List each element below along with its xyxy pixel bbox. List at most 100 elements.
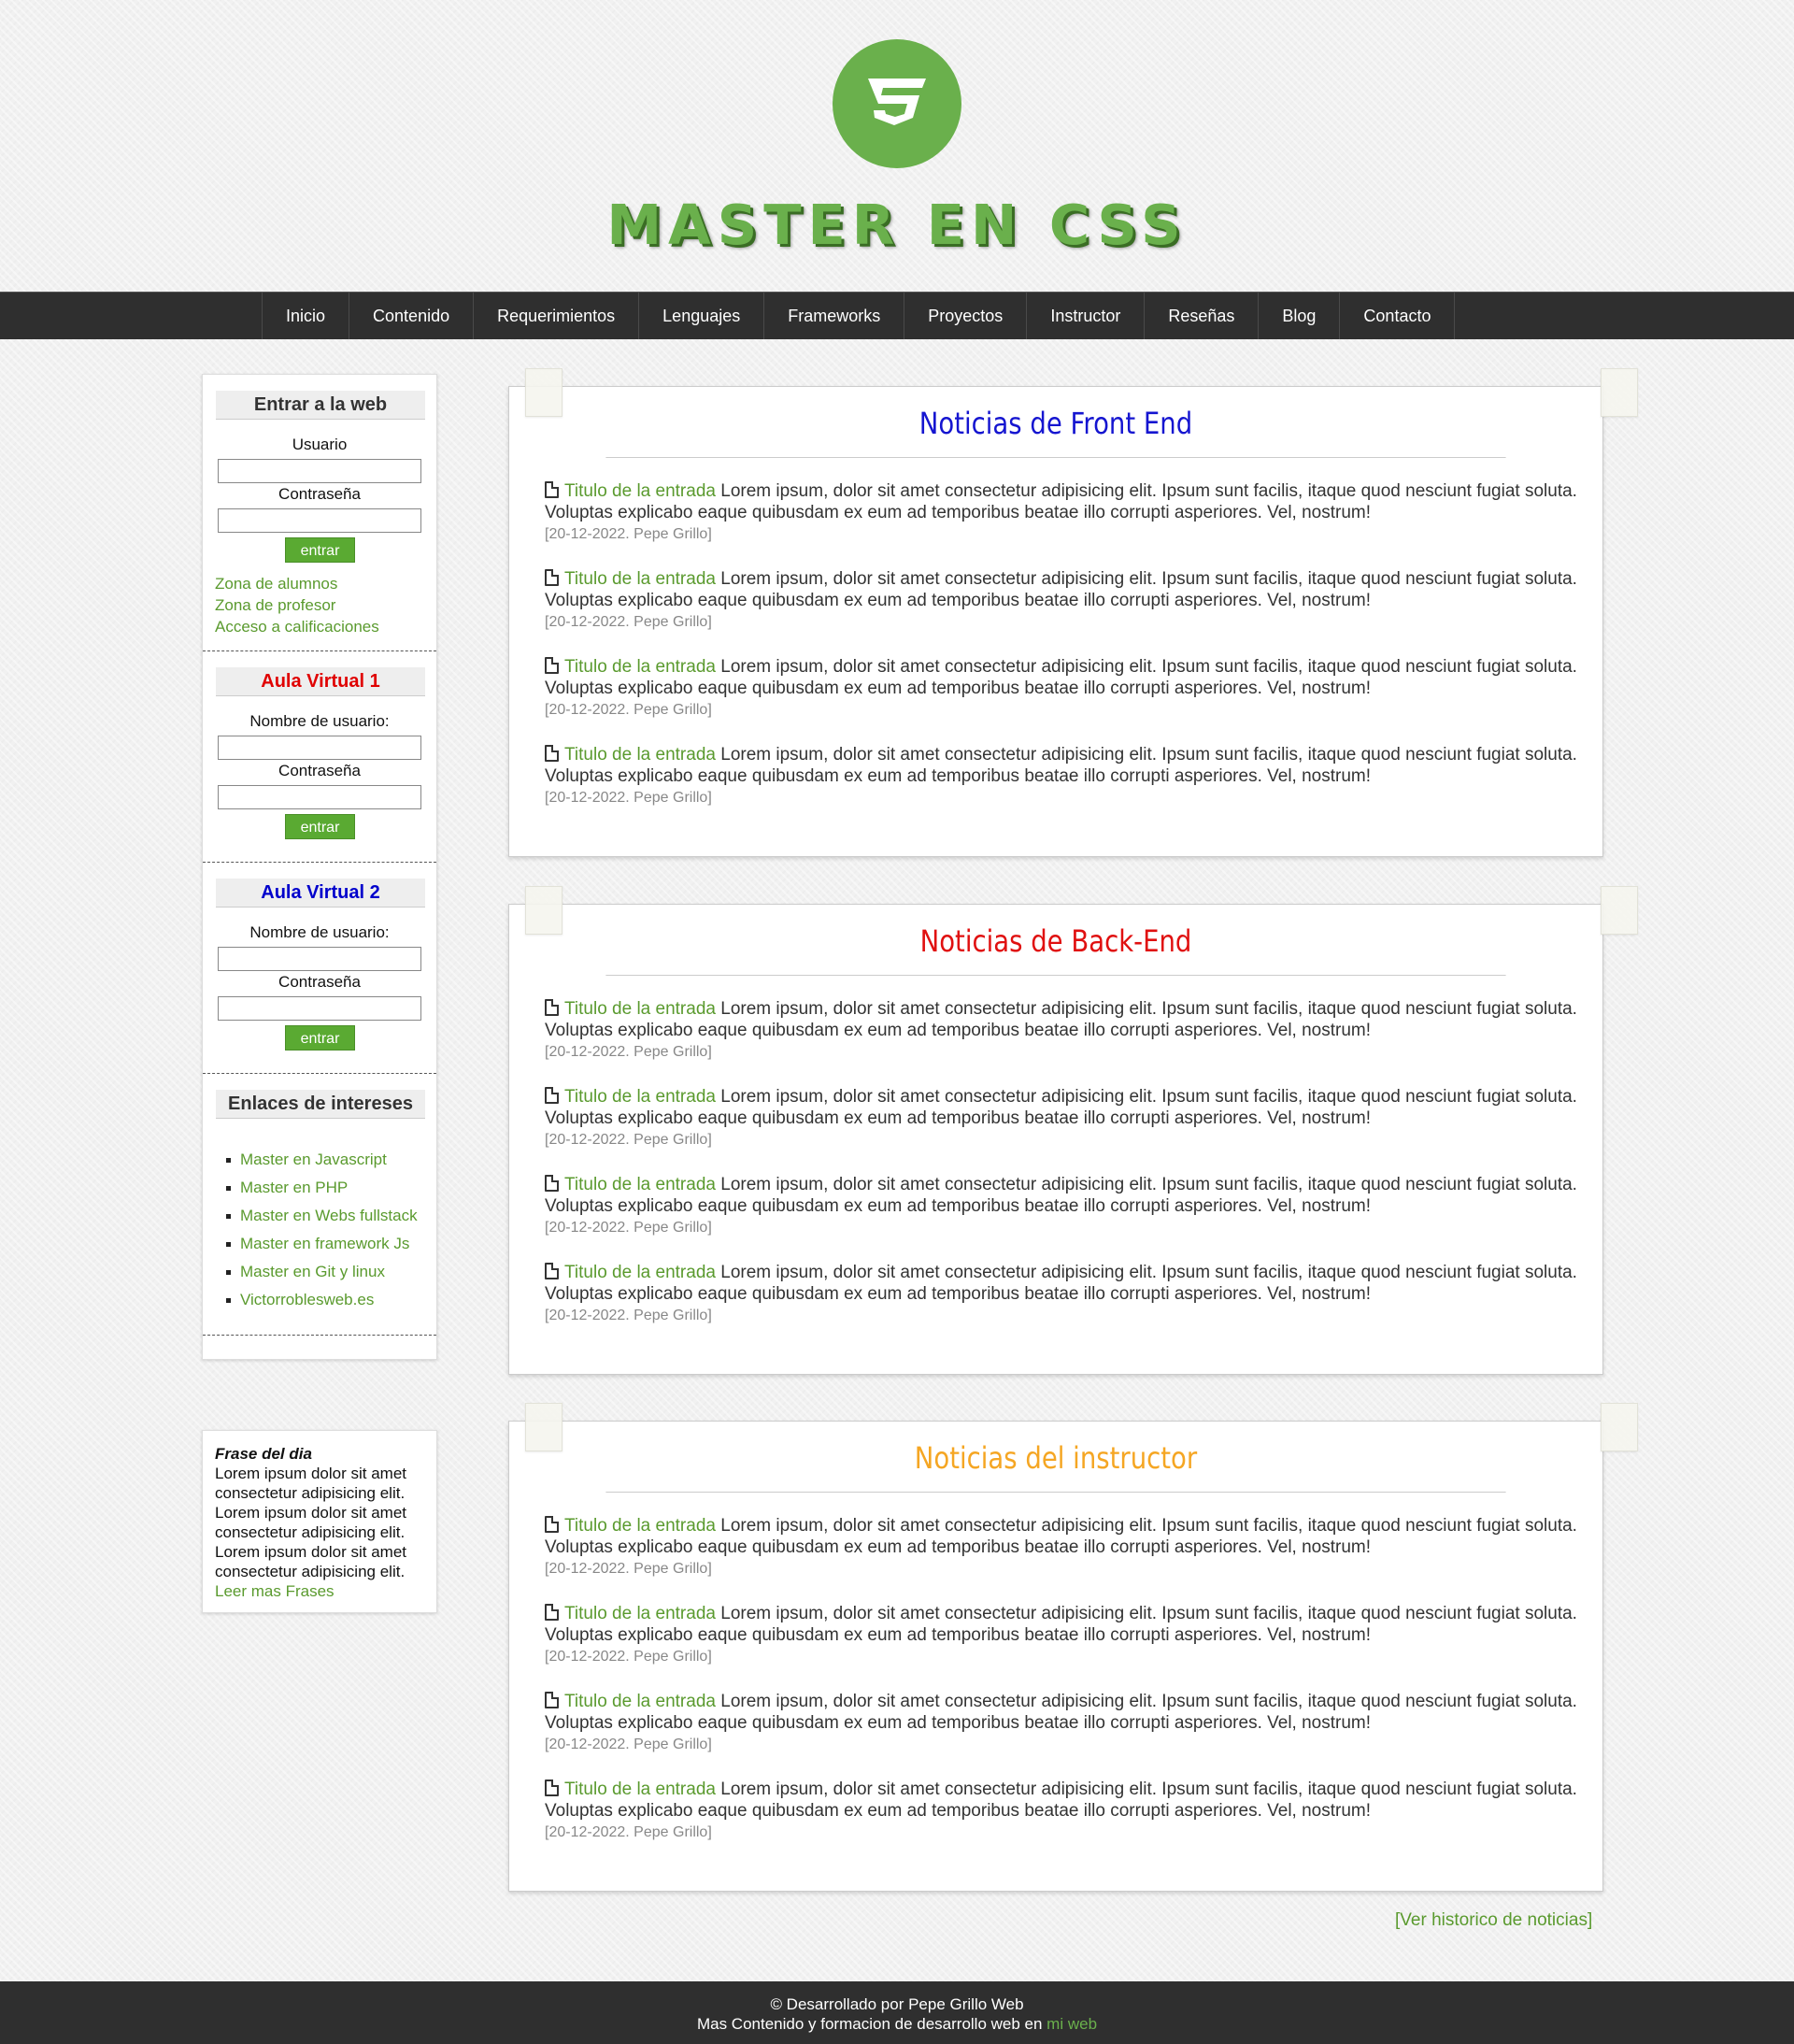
aula2-user-input[interactable] bbox=[218, 947, 421, 971]
link-calificaciones[interactable]: Acceso a calificaciones bbox=[215, 618, 379, 636]
nav-link[interactable]: Reseñas bbox=[1145, 293, 1258, 339]
document-icon bbox=[545, 1780, 559, 1796]
tape-decoration bbox=[525, 368, 562, 417]
document-icon bbox=[545, 1087, 559, 1104]
tape-decoration bbox=[525, 886, 562, 935]
links-block: Enlaces de intereses Master en Javascrip… bbox=[203, 1074, 436, 1336]
news-post: Titulo de la entrada Lorem ipsum, dolor … bbox=[545, 568, 1582, 634]
login-user-input[interactable] bbox=[218, 459, 421, 483]
aula2-submit-button[interactable]: entrar bbox=[285, 1025, 355, 1051]
tape-decoration bbox=[1601, 1403, 1638, 1451]
document-icon bbox=[545, 1604, 559, 1621]
aula2-user-label: Nombre de usuario: bbox=[249, 923, 390, 941]
read-more-quotes-link[interactable]: Leer mas Frases bbox=[215, 1582, 335, 1600]
footer-more-text: Mas Contenido y formacion de desarrollo … bbox=[696, 2015, 1047, 2033]
site-logo-text[interactable]: MASTER EN CSS bbox=[0, 193, 1794, 257]
login-block: Entrar a la web Usuario Contraseña entra… bbox=[203, 375, 436, 651]
nav-item-requerimientos[interactable]: Requerimientos bbox=[474, 293, 640, 339]
post-date: [20-12-2022. Pepe Grillo] bbox=[545, 1824, 712, 1840]
news-post: Titulo de la entrada Lorem ipsum, dolor … bbox=[545, 1515, 1582, 1580]
post-date: [20-12-2022. Pepe Grillo] bbox=[545, 1220, 712, 1236]
sidebar: Entrar a la web Usuario Contraseña entra… bbox=[202, 374, 437, 1360]
news-post: Titulo de la entrada Lorem ipsum, dolor … bbox=[545, 744, 1582, 809]
post-date: [20-12-2022. Pepe Grillo] bbox=[545, 1561, 712, 1577]
post-title-link[interactable]: Titulo de la entrada bbox=[564, 1692, 716, 1711]
post-title-link[interactable]: Titulo de la entrada bbox=[564, 481, 716, 501]
post-title-link[interactable]: Titulo de la entrada bbox=[564, 999, 716, 1019]
document-icon bbox=[545, 657, 559, 674]
nav-item-lenguajes[interactable]: Lenguajes bbox=[639, 293, 765, 339]
nav-link[interactable]: Frameworks bbox=[764, 293, 904, 339]
nav-link[interactable]: Contenido bbox=[349, 293, 473, 339]
list-item[interactable]: Master en PHP bbox=[226, 1178, 432, 1197]
nav-item-proyectos[interactable]: Proyectos bbox=[904, 293, 1028, 339]
nav-item-inicio[interactable]: Inicio bbox=[263, 293, 350, 339]
document-icon bbox=[545, 1516, 559, 1533]
list-item[interactable]: Master en framework Js bbox=[226, 1234, 432, 1253]
post-title-link[interactable]: Titulo de la entrada bbox=[564, 1516, 716, 1536]
aula1-pass-input[interactable] bbox=[218, 785, 421, 809]
aula1-submit-button[interactable]: entrar bbox=[285, 814, 355, 839]
document-icon bbox=[545, 745, 559, 762]
nav-item-instructor[interactable]: Instructor bbox=[1027, 293, 1146, 339]
footer-web-link[interactable]: mi web bbox=[1046, 2015, 1097, 2033]
nav-link[interactable]: Lenguajes bbox=[639, 293, 763, 339]
nav-item-resenas[interactable]: Reseñas bbox=[1145, 293, 1260, 339]
nav-item-blog[interactable]: Blog bbox=[1259, 293, 1341, 339]
site-footer: © Desarrollado por Pepe Grillo Web Mas C… bbox=[0, 1981, 1794, 2044]
link-zona-alumnos[interactable]: Zona de alumnos bbox=[215, 575, 337, 593]
post-title-link[interactable]: Titulo de la entrada bbox=[564, 1087, 716, 1107]
nav-link[interactable]: Requerimientos bbox=[474, 293, 638, 339]
nav-link[interactable]: Inicio bbox=[263, 293, 349, 339]
aula2-pass-label: Contraseña bbox=[278, 973, 361, 991]
aula1-user-input[interactable] bbox=[218, 736, 421, 760]
list-item[interactable]: Master en Webs fullstack bbox=[226, 1206, 432, 1225]
post-title-link[interactable]: Titulo de la entrada bbox=[564, 1175, 716, 1194]
news-post: Titulo de la entrada Lorem ipsum, dolor … bbox=[545, 998, 1582, 1064]
list-item[interactable]: Victorroblesweb.es bbox=[226, 1290, 432, 1309]
news-title: Noticias de Front End bbox=[605, 406, 1506, 458]
post-date: [20-12-2022. Pepe Grillo] bbox=[545, 790, 712, 806]
nav-item-contenido[interactable]: Contenido bbox=[349, 293, 475, 339]
aula-virtual-1-block: Aula Virtual 1 Nombre de usuario: Contra… bbox=[203, 651, 436, 863]
post-title-link[interactable]: Titulo de la entrada bbox=[564, 745, 716, 765]
css3-shield-icon[interactable] bbox=[833, 39, 961, 168]
links-title: Enlaces de intereses bbox=[216, 1090, 425, 1119]
post-title-link[interactable]: Titulo de la entrada bbox=[564, 657, 716, 677]
news-title: Noticias del instructor bbox=[605, 1440, 1506, 1493]
news-post: Titulo de la entrada Lorem ipsum, dolor … bbox=[545, 656, 1582, 722]
news-history-link[interactable]: [Ver historico de noticias] bbox=[1395, 1910, 1592, 1931]
nav-item-frameworks[interactable]: Frameworks bbox=[764, 293, 905, 339]
aula1-pass-label: Contraseña bbox=[278, 762, 361, 779]
post-date: [20-12-2022. Pepe Grillo] bbox=[545, 526, 712, 542]
nav-link[interactable]: Instructor bbox=[1027, 293, 1144, 339]
news-front-end: Noticias de Front End Titulo de la entra… bbox=[508, 368, 1638, 857]
news-back-end: Noticias de Back-End Titulo de la entrad… bbox=[508, 886, 1638, 1375]
user-label: Usuario bbox=[292, 436, 348, 453]
list-item[interactable]: Master en Javascript bbox=[226, 1150, 432, 1169]
document-icon bbox=[545, 999, 559, 1016]
nav-link[interactable]: Proyectos bbox=[904, 293, 1026, 339]
main-nav: Inicio Contenido Requerimientos Lenguaje… bbox=[0, 292, 1794, 339]
link-zona-profesor[interactable]: Zona de profesor bbox=[215, 596, 335, 615]
aula2-pass-input[interactable] bbox=[218, 996, 421, 1021]
login-submit-button[interactable]: entrar bbox=[285, 537, 355, 563]
post-title-link[interactable]: Titulo de la entrada bbox=[564, 1263, 716, 1282]
login-title: Entrar a la web bbox=[216, 391, 425, 420]
post-title-link[interactable]: Titulo de la entrada bbox=[564, 569, 716, 589]
document-icon bbox=[545, 481, 559, 498]
post-title-link[interactable]: Titulo de la entrada bbox=[564, 1780, 716, 1799]
list-item[interactable]: Master en Git y linux bbox=[226, 1262, 432, 1281]
tape-decoration bbox=[1601, 886, 1638, 935]
tape-decoration bbox=[1601, 368, 1638, 417]
login-pass-input[interactable] bbox=[218, 508, 421, 533]
footer-credits: © Desarrollado por Pepe Grillo Web bbox=[770, 1995, 1024, 2013]
nav-link[interactable]: Blog bbox=[1259, 293, 1339, 339]
post-title-link[interactable]: Titulo de la entrada bbox=[564, 1604, 716, 1623]
news-title: Noticias de Back-End bbox=[605, 923, 1506, 976]
nav-item-contacto[interactable]: Contacto bbox=[1340, 293, 1456, 339]
post-date: [20-12-2022. Pepe Grillo] bbox=[545, 1737, 712, 1752]
aula1-title: Aula Virtual 1 bbox=[216, 667, 425, 696]
nav-link[interactable]: Contacto bbox=[1340, 293, 1454, 339]
document-icon bbox=[545, 1263, 559, 1279]
